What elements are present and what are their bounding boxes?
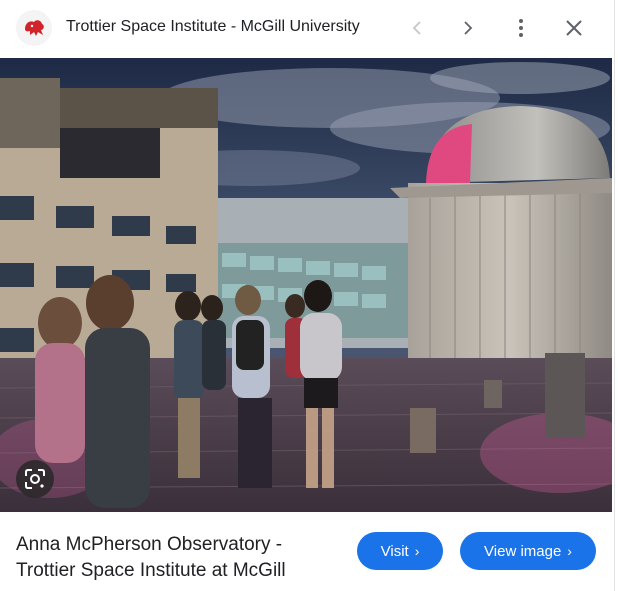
preview-image[interactable] — [0, 58, 612, 512]
next-button[interactable] — [452, 12, 484, 44]
image-caption[interactable]: Anna McPherson Observatory - Trottier Sp… — [16, 532, 316, 584]
more-options-button[interactable] — [505, 12, 537, 44]
close-icon — [566, 20, 582, 36]
google-lens-icon — [25, 469, 45, 489]
chevron-right-icon: › — [567, 543, 572, 559]
page-title[interactable]: Trottier Space Institute - McGill Univer… — [66, 18, 360, 36]
caption-line-1: Anna McPherson Observatory - — [16, 534, 283, 555]
chevron-left-icon — [412, 21, 421, 35]
observatory-photo — [0, 58, 612, 512]
more-vert-icon — [519, 19, 523, 37]
preview-header: Trottier Space Institute - McGill Univer… — [0, 0, 614, 58]
view-image-button[interactable]: View image › — [460, 532, 596, 570]
close-button[interactable] — [558, 12, 590, 44]
chevron-right-icon — [464, 21, 473, 35]
previous-button[interactable] — [401, 12, 433, 44]
google-lens-button[interactable] — [16, 460, 54, 498]
visit-label: Visit — [380, 542, 409, 560]
chevron-right-icon: › — [414, 543, 420, 559]
image-preview-panel: Trottier Space Institute - McGill Univer… — [0, 0, 615, 591]
view-image-label: View image — [484, 542, 562, 560]
site-favicon — [16, 10, 52, 46]
visit-button[interactable]: Visit › — [357, 532, 443, 570]
caption-line-2: Trottier Space Institute at McGill — [16, 560, 286, 581]
mcgill-crest-icon — [25, 20, 44, 36]
